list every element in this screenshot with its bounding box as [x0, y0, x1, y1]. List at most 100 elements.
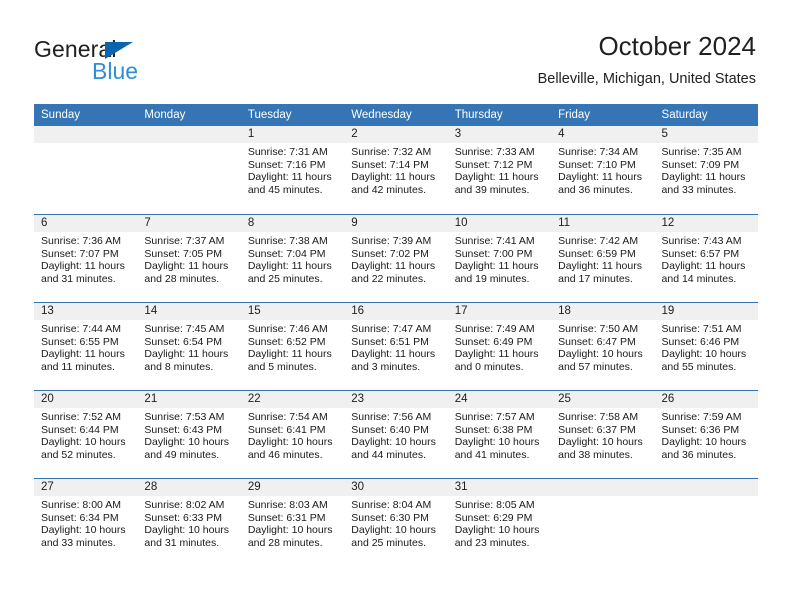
sunset-time: Sunset: 7:14 PM — [351, 158, 429, 171]
calendar-day-cell[interactable]: 31 Sunrise: 8:05 AM Sunset: 6:29 PM Dayligh… — [447, 479, 552, 566]
calendar-day-cell[interactable]: 5 Sunrise: 7:35 AM Sunset: 7:09 PM Daylight… — [654, 126, 758, 214]
daylight-duration-line2: and 36 minutes. — [558, 183, 633, 196]
daylight-duration-line1: Daylight: 10 hours — [144, 524, 230, 537]
sunrise-time: Sunrise: 7:46 AM — [247, 323, 328, 335]
daylight-duration-line1: Daylight: 11 hours — [454, 348, 539, 361]
calendar-day-cell[interactable]: 22 Sunrise: 7:54 AM Sunset: 6:41 PM Dayligh… — [240, 391, 345, 478]
daylight-duration-line1: Daylight: 11 hours — [41, 260, 125, 273]
daylight-duration-line2: and 22 minutes. — [351, 272, 426, 285]
sunset-time: Sunset: 6:47 PM — [558, 335, 636, 348]
daylight-duration-line1: Daylight: 11 hours — [661, 260, 746, 273]
daylight-duration-line1: Daylight: 11 hours — [247, 348, 332, 361]
sunset-time: Sunset: 7:02 PM — [351, 247, 429, 260]
daylight-duration-line2: and 11 minutes. — [41, 360, 115, 373]
calendar-day-cell[interactable]: 11 Sunrise: 7:42 AM Sunset: 6:59 PM Dayligh… — [551, 215, 655, 302]
calendar-day-cell[interactable]: 7 Sunrise: 7:37 AM Sunset: 7:05 PM Daylight… — [137, 215, 241, 302]
daylight-duration-line2: and 28 minutes. — [247, 536, 323, 549]
calendar-day-cell[interactable]: 21 Sunrise: 7:53 AM Sunset: 6:43 PM Dayligh… — [137, 391, 241, 478]
calendar-day-cell[interactable]: 18 Sunrise: 7:50 AM Sunset: 6:47 PM Dayligh… — [551, 303, 655, 390]
calendar-day-cell[interactable]: 20 Sunrise: 7:52 AM Sunset: 6:44 PM Dayligh… — [34, 391, 138, 478]
sunrise-time: Sunrise: 8:02 AM — [144, 499, 225, 511]
sunrise-time: Sunrise: 7:57 AM — [454, 411, 535, 423]
sunset-time: Sunset: 7:04 PM — [247, 247, 326, 260]
sunset-time: Sunset: 7:00 PM — [454, 247, 533, 260]
day-number: 31 — [447, 479, 552, 496]
day-details — [655, 496, 758, 499]
sunset-time: Sunset: 6:33 PM — [144, 511, 223, 524]
daylight-duration-line1: Daylight: 11 hours — [558, 171, 642, 184]
calendar-day-cell[interactable]: 9 Sunrise: 7:39 AM Sunset: 7:02 PM Daylight… — [344, 215, 448, 302]
daylight-duration-line1: Daylight: 11 hours — [41, 348, 125, 361]
day-details: Sunrise: 7:33 AM Sunset: 7:12 PM Daylight:… — [448, 143, 551, 196]
sunset-time: Sunset: 6:38 PM — [454, 423, 533, 436]
day-details: Sunrise: 7:42 AM Sunset: 6:59 PM Daylight:… — [551, 232, 654, 285]
weekday-header-row: Sunday Monday Tuesday Wednesday Thursday… — [34, 104, 758, 126]
calendar-day-cell[interactable]: 6 Sunrise: 7:36 AM Sunset: 7:07 PM Daylight… — [34, 215, 138, 302]
calendar-day-cell[interactable]: 3 Sunrise: 7:33 AM Sunset: 7:12 PM Daylight… — [447, 126, 552, 214]
day-details — [137, 143, 240, 146]
day-details: Sunrise: 7:51 AM Sunset: 6:46 PM Daylight:… — [655, 320, 758, 373]
daylight-duration-line1: Daylight: 11 hours — [558, 260, 642, 273]
sunrise-time: Sunrise: 7:32 AM — [351, 146, 432, 158]
calendar-day-cell[interactable]: 15 Sunrise: 7:46 AM Sunset: 6:52 PM Dayligh… — [240, 303, 345, 390]
day-number: 1 — [240, 126, 345, 143]
day-number — [654, 479, 758, 496]
calendar-day-cell[interactable]: 8 Sunrise: 7:38 AM Sunset: 7:04 PM Daylight… — [240, 215, 345, 302]
day-details: Sunrise: 7:54 AM Sunset: 6:41 PM Daylight:… — [241, 408, 344, 461]
calendar-day-cell[interactable]: 28 Sunrise: 8:02 AM Sunset: 6:33 PM Dayligh… — [137, 479, 241, 566]
calendar-day-cell[interactable]: 30 Sunrise: 8:04 AM Sunset: 6:30 PM Dayligh… — [344, 479, 448, 566]
calendar-day-cell[interactable]: 25 Sunrise: 7:58 AM Sunset: 6:37 PM Dayligh… — [551, 391, 655, 478]
weekday-header-sunday: Sunday — [41, 109, 81, 121]
calendar-day-cell[interactable]: 29 Sunrise: 8:03 AM Sunset: 6:31 PM Dayligh… — [240, 479, 345, 566]
calendar-day-cell[interactable]: 14 Sunrise: 7:45 AM Sunset: 6:54 PM Dayligh… — [137, 303, 241, 390]
calendar-day-cell[interactable]: 4 Sunrise: 7:34 AM Sunset: 7:10 PM Daylight… — [551, 126, 655, 214]
calendar-day-cell[interactable]: 26 Sunrise: 7:59 AM Sunset: 6:36 PM Dayligh… — [654, 391, 758, 478]
daylight-duration-line2: and 52 minutes. — [41, 448, 116, 461]
calendar-day-cell-empty — [551, 479, 655, 566]
calendar-day-cell[interactable]: 2 Sunrise: 7:32 AM Sunset: 7:14 PM Daylight… — [344, 126, 448, 214]
sunset-time: Sunset: 6:41 PM — [247, 423, 326, 436]
daylight-duration-line2: and 8 minutes. — [144, 360, 214, 373]
calendar-day-cell[interactable]: 23 Sunrise: 7:56 AM Sunset: 6:40 PM Dayligh… — [344, 391, 448, 478]
daylight-duration-line2: and 38 minutes. — [558, 448, 633, 461]
calendar-day-cell[interactable]: 10 Sunrise: 7:41 AM Sunset: 7:00 PM Dayligh… — [447, 215, 552, 302]
day-details: Sunrise: 7:37 AM Sunset: 7:05 PM Daylight:… — [137, 232, 240, 285]
daylight-duration-line1: Daylight: 11 hours — [351, 171, 436, 184]
daylight-duration-line2: and 45 minutes. — [247, 183, 323, 196]
calendar-day-cell[interactable]: 19 Sunrise: 7:51 AM Sunset: 6:46 PM Dayligh… — [654, 303, 758, 390]
day-details: Sunrise: 7:43 AM Sunset: 6:57 PM Daylight:… — [655, 232, 758, 285]
calendar-day-cell[interactable]: 13 Sunrise: 7:44 AM Sunset: 6:55 PM Dayligh… — [34, 303, 138, 390]
sunset-time: Sunset: 6:37 PM — [558, 423, 636, 436]
daylight-duration-line2: and 49 minutes. — [144, 448, 220, 461]
day-details: Sunrise: 7:41 AM Sunset: 7:00 PM Daylight:… — [448, 232, 551, 285]
daylight-duration-line1: Daylight: 11 hours — [144, 348, 229, 361]
calendar-day-cell-empty — [654, 479, 758, 566]
day-number: 6 — [34, 215, 138, 232]
brand-logo[interactable]: General Blue — [34, 36, 264, 88]
calendar-page: General Blue October 2024 Belleville, Mi… — [0, 0, 792, 612]
sunset-time: Sunset: 6:36 PM — [661, 423, 740, 436]
sunset-time: Sunset: 6:40 PM — [351, 423, 429, 436]
sunset-time: Sunset: 6:29 PM — [454, 511, 533, 524]
sunrise-time: Sunrise: 7:50 AM — [558, 323, 639, 335]
sunset-time: Sunset: 6:54 PM — [144, 335, 223, 348]
day-number: 25 — [551, 391, 655, 408]
calendar-day-cell[interactable]: 1 Sunrise: 7:31 AM Sunset: 7:16 PM Daylight… — [240, 126, 345, 214]
sunset-time: Sunset: 6:34 PM — [41, 511, 119, 524]
daylight-duration-line1: Daylight: 10 hours — [661, 348, 747, 361]
daylight-duration-line2: and 25 minutes. — [351, 536, 426, 549]
day-details: Sunrise: 7:32 AM Sunset: 7:14 PM Daylight:… — [344, 143, 447, 196]
sunset-time: Sunset: 7:16 PM — [247, 158, 326, 171]
day-number: 16 — [344, 303, 448, 320]
calendar-day-cell[interactable]: 12 Sunrise: 7:43 AM Sunset: 6:57 PM Dayligh… — [654, 215, 758, 302]
calendar-day-cell[interactable]: 27 Sunrise: 8:00 AM Sunset: 6:34 PM Dayligh… — [34, 479, 138, 566]
calendar-day-cell[interactable]: 17 Sunrise: 7:49 AM Sunset: 6:49 PM Dayligh… — [447, 303, 552, 390]
day-number: 3 — [447, 126, 552, 143]
day-details: Sunrise: 7:47 AM Sunset: 6:51 PM Daylight:… — [344, 320, 447, 373]
calendar-day-cell[interactable]: 24 Sunrise: 7:57 AM Sunset: 6:38 PM Dayligh… — [447, 391, 552, 478]
calendar-day-cell[interactable]: 16 Sunrise: 7:47 AM Sunset: 6:51 PM Dayligh… — [344, 303, 448, 390]
sunset-time: Sunset: 6:31 PM — [247, 511, 326, 524]
weekday-header-friday: Friday — [558, 109, 591, 121]
daylight-duration-line1: Daylight: 10 hours — [247, 436, 333, 449]
day-details: Sunrise: 7:34 AM Sunset: 7:10 PM Daylight:… — [551, 143, 654, 196]
